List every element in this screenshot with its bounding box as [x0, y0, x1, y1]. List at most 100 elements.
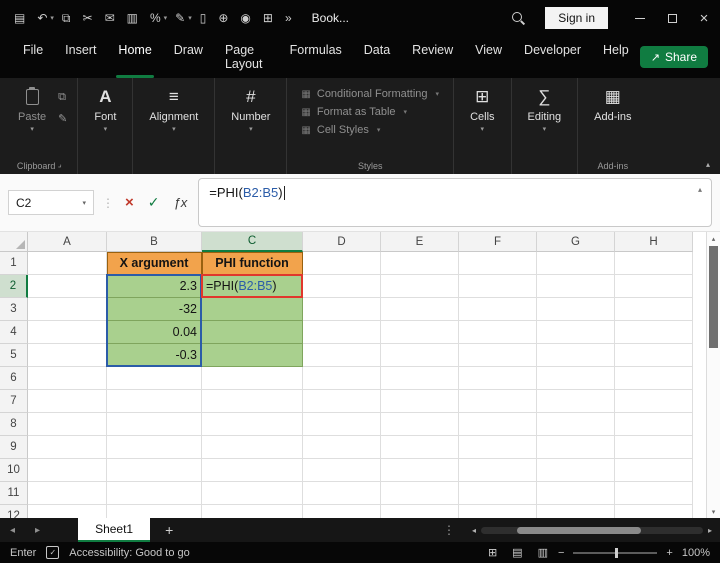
cell-H8[interactable] — [615, 413, 693, 436]
zoom-slider-thumb[interactable] — [615, 548, 618, 558]
cell-H4[interactable] — [615, 321, 693, 344]
cell-H12[interactable] — [615, 505, 693, 518]
print-icon[interactable]: ▥ — [121, 11, 144, 25]
cell-C9[interactable] — [202, 436, 303, 459]
zoom-out-icon[interactable]: − — [558, 547, 564, 559]
cell-A8[interactable] — [28, 413, 107, 436]
scroll-left-icon[interactable]: ◂ — [472, 526, 476, 535]
accessibility-icon[interactable]: ✓ — [46, 546, 59, 559]
row-header-11[interactable]: 11 — [0, 482, 28, 505]
sheetbar-menu-icon[interactable]: ⋮ — [434, 518, 464, 542]
cell-G9[interactable] — [537, 436, 615, 459]
cell-F4[interactable] — [459, 321, 537, 344]
cell-C6[interactable] — [202, 367, 303, 390]
cell-G11[interactable] — [537, 482, 615, 505]
cell-A9[interactable] — [28, 436, 107, 459]
formula-input[interactable]: =PHI(B2:B5) ▴ — [198, 178, 712, 227]
cell-C1[interactable]: PHI function — [202, 252, 303, 275]
cell-B10[interactable] — [107, 459, 202, 482]
cell-H2[interactable] — [615, 275, 693, 298]
column-header-C[interactable]: C — [202, 232, 303, 252]
cell-D1[interactable] — [303, 252, 381, 275]
sheet-tab-sheet1[interactable]: Sheet1 — [78, 518, 150, 542]
cell-F12[interactable] — [459, 505, 537, 518]
vertical-scrollbar[interactable]: ▴ ▾ — [706, 232, 720, 518]
cell-H1[interactable] — [615, 252, 693, 275]
cell-F5[interactable] — [459, 344, 537, 367]
select-all-button[interactable] — [0, 232, 28, 252]
scroll-down-icon[interactable]: ▾ — [707, 505, 720, 518]
cell-E2[interactable] — [381, 275, 459, 298]
zoom-in-icon[interactable]: + — [666, 547, 672, 559]
cell-A10[interactable] — [28, 459, 107, 482]
cell-D6[interactable] — [303, 367, 381, 390]
cell-F11[interactable] — [459, 482, 537, 505]
cell-H3[interactable] — [615, 298, 693, 321]
tab-formulas[interactable]: Formulas — [279, 36, 353, 78]
editing-button[interactable]: ∑ Editing ▾ — [519, 83, 571, 135]
cell-A11[interactable] — [28, 482, 107, 505]
cell-A3[interactable] — [28, 298, 107, 321]
cell-H6[interactable] — [615, 367, 693, 390]
horizontal-scrollbar-thumb[interactable] — [517, 527, 641, 534]
more-commands-icon[interactable]: » — [279, 11, 298, 25]
tab-file[interactable]: File — [12, 36, 54, 78]
cell-B6[interactable] — [107, 367, 202, 390]
cell-G2[interactable] — [537, 275, 615, 298]
accessibility-status[interactable]: Accessibility: Good to go — [69, 547, 189, 559]
previous-sheet-icon[interactable]: ◂ — [0, 518, 25, 542]
tab-help[interactable]: Help — [592, 36, 640, 78]
row-header-2[interactable]: 2 — [0, 275, 28, 298]
page-break-view-icon[interactable]: ▥ — [538, 546, 548, 559]
row-header-10[interactable]: 10 — [0, 459, 28, 482]
clipboard-dialog-launcher-icon[interactable]: › — [56, 161, 65, 170]
cut-icon[interactable]: ✂ — [77, 11, 99, 25]
cell-D12[interactable] — [303, 505, 381, 518]
insert-function-button[interactable]: ƒx — [171, 195, 191, 210]
enter-button[interactable]: ✓ — [145, 194, 163, 211]
cell-G1[interactable] — [537, 252, 615, 275]
cell-F1[interactable] — [459, 252, 537, 275]
alignment-button[interactable]: ≡ Alignment ▾ — [140, 83, 207, 135]
cell-D5[interactable] — [303, 344, 381, 367]
cell-E1[interactable] — [381, 252, 459, 275]
column-header-F[interactable]: F — [459, 232, 537, 252]
cell-H5[interactable] — [615, 344, 693, 367]
column-header-H[interactable]: H — [615, 232, 693, 252]
row-header-9[interactable]: 9 — [0, 436, 28, 459]
camera-icon[interactable]: ◉ — [234, 11, 256, 25]
cell-E8[interactable] — [381, 413, 459, 436]
cell-B9[interactable] — [107, 436, 202, 459]
tab-home[interactable]: Home — [107, 36, 162, 78]
cell-G3[interactable] — [537, 298, 615, 321]
cell-E11[interactable] — [381, 482, 459, 505]
tab-data[interactable]: Data — [353, 36, 401, 78]
cancel-button[interactable]: × — [122, 194, 137, 211]
zoom-slider[interactable] — [573, 552, 657, 554]
cell-A7[interactable] — [28, 390, 107, 413]
horizontal-scrollbar[interactable]: ◂ ▸ — [464, 518, 720, 542]
insert-function-icon[interactable]: ⊕ — [212, 11, 234, 25]
cell-F6[interactable] — [459, 367, 537, 390]
cell-E9[interactable] — [381, 436, 459, 459]
vertical-scrollbar-thumb[interactable] — [709, 246, 718, 348]
tab-page-layout[interactable]: Page Layout — [214, 36, 279, 78]
addins-button[interactable]: ▦ Add-ins — [585, 83, 640, 125]
conditional-formatting-button[interactable]: ▦ Conditional Formatting ▾ — [296, 85, 444, 103]
cell-B2[interactable]: 2.3 — [107, 275, 202, 298]
new-document-icon[interactable]: ▯ — [194, 11, 213, 25]
font-button[interactable]: A Font ▾ — [85, 83, 125, 135]
cell-C10[interactable] — [202, 459, 303, 482]
cell-F9[interactable] — [459, 436, 537, 459]
cell-D11[interactable] — [303, 482, 381, 505]
cell-D3[interactable] — [303, 298, 381, 321]
cell-A2[interactable] — [28, 275, 107, 298]
scroll-up-icon[interactable]: ▴ — [707, 232, 720, 245]
normal-view-icon[interactable]: ⊞ — [488, 546, 497, 559]
cell-F10[interactable] — [459, 459, 537, 482]
cell-D10[interactable] — [303, 459, 381, 482]
cell-A4[interactable] — [28, 321, 107, 344]
search-icon[interactable] — [512, 12, 525, 25]
cell-B11[interactable] — [107, 482, 202, 505]
maximize-button[interactable] — [656, 0, 688, 36]
